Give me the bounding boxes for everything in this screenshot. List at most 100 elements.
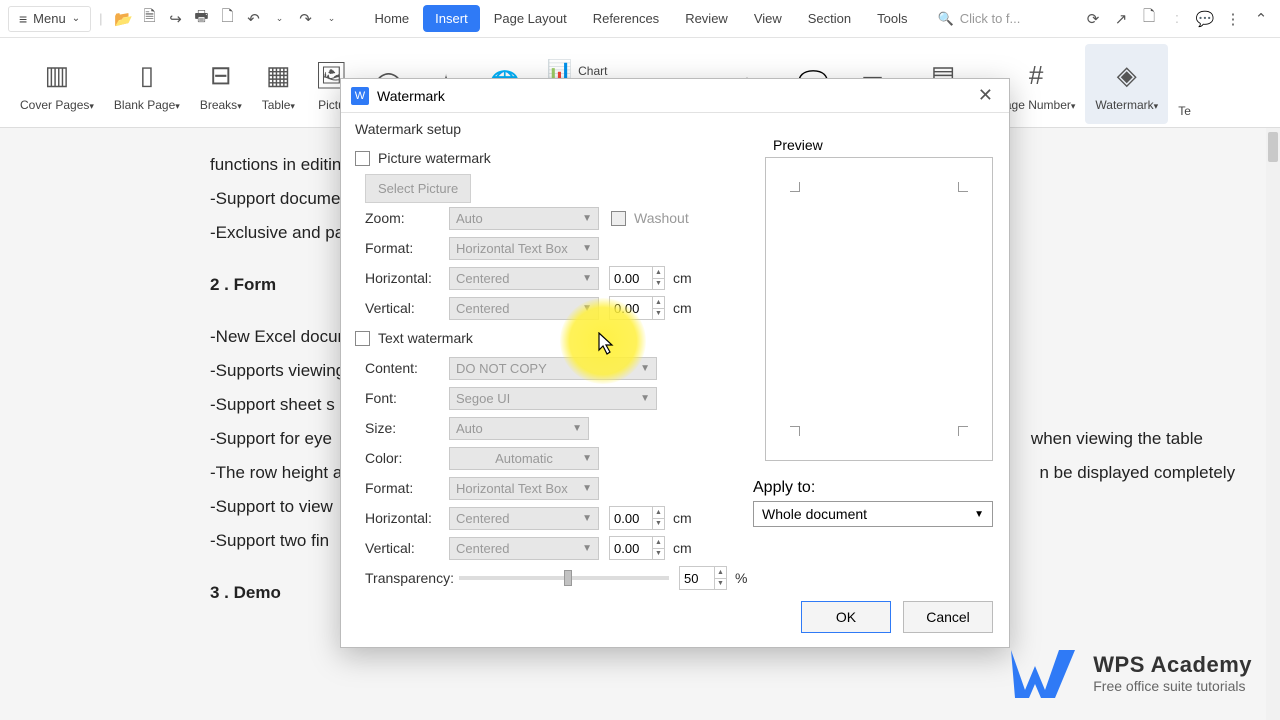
label: Blank Page xyxy=(114,98,175,112)
text-watermark-checkbox[interactable] xyxy=(355,331,370,346)
chevron-down-icon: ⌄ xyxy=(72,13,80,24)
quick-access-toolbar: 📂 🗎 ↪ 🖶 🗋 ↶ ⌄ ↷ ⌄ xyxy=(112,8,342,30)
slider-thumb[interactable] xyxy=(564,570,572,586)
chevron-down-icon[interactable]: ⌄ xyxy=(320,8,342,30)
format2-select[interactable]: Horizontal Text Box▼ xyxy=(449,477,599,500)
vertical-offset-input[interactable] xyxy=(609,296,653,320)
redo-icon[interactable]: ↷ xyxy=(294,8,316,30)
transparency-input[interactable] xyxy=(679,566,715,590)
vertical2-select[interactable]: Centered▼ xyxy=(449,537,599,560)
unit-label: cm xyxy=(673,540,692,556)
color-select[interactable]: Automatic▼ xyxy=(449,447,599,470)
app-icon: W xyxy=(351,87,369,105)
tab-page-layout[interactable]: Page Layout xyxy=(482,5,579,32)
font-select[interactable]: Segoe UI▼ xyxy=(449,387,657,410)
horizontal-label: Horizontal: xyxy=(355,270,449,286)
transparency-value[interactable]: ▲▼ xyxy=(679,566,727,590)
tab-insert[interactable]: Insert xyxy=(423,5,480,32)
transparency-slider[interactable] xyxy=(459,576,669,580)
scrollbar[interactable] xyxy=(1266,128,1280,720)
vertical-offset[interactable]: ▲▼ xyxy=(609,296,665,320)
transparency-label: Transparency: xyxy=(355,570,449,586)
unit-label: cm xyxy=(673,270,692,286)
washout-label: Washout xyxy=(634,210,689,226)
label: Te xyxy=(1178,104,1191,118)
share-icon[interactable]: ↗ xyxy=(1110,8,1132,30)
breaks-icon: ⊟ xyxy=(210,56,232,96)
font-label: Font: xyxy=(355,390,449,406)
horizontal-offset-input[interactable] xyxy=(609,266,653,290)
ok-button[interactable]: OK xyxy=(801,601,891,633)
divider: : xyxy=(1166,8,1188,30)
select-picture-button[interactable]: Select Picture xyxy=(365,174,471,203)
watermark-dialog: W Watermark ✕ Watermark setup Picture wa… xyxy=(340,78,1010,648)
academy-subtitle: Free office suite tutorials xyxy=(1093,678,1252,694)
breaks-button[interactable]: ⊟ Breaks▾ xyxy=(190,44,252,124)
search-box[interactable]: 🔍 Click to f... xyxy=(938,11,1048,27)
washout-checkbox[interactable] xyxy=(611,211,626,226)
comment-icon[interactable]: 💬 xyxy=(1194,8,1216,30)
vertical2-offset-input[interactable] xyxy=(609,536,653,560)
open-icon[interactable]: 📂 xyxy=(112,8,134,30)
cover-pages-button[interactable]: ▥ Cover Pages▾ xyxy=(10,44,104,124)
cover-pages-icon: ▥ xyxy=(45,56,70,96)
tab-tools[interactable]: Tools xyxy=(865,5,919,32)
horizontal2-select[interactable]: Centered▼ xyxy=(449,507,599,530)
dialog-titlebar: W Watermark ✕ xyxy=(341,79,1009,113)
horizontal2-offset[interactable]: ▲▼ xyxy=(609,506,665,530)
blank-page-button[interactable]: ▯ Blank Page▾ xyxy=(104,44,190,124)
horizontal-offset[interactable]: ▲▼ xyxy=(609,266,665,290)
logo-icon xyxy=(1009,646,1079,700)
color-label: Color: xyxy=(355,450,449,466)
horizontal2-offset-input[interactable] xyxy=(609,506,653,530)
section-title: Watermark setup xyxy=(355,121,995,137)
vertical2-offset[interactable]: ▲▼ xyxy=(609,536,665,560)
collapse-ribbon-icon[interactable]: ⌃ xyxy=(1250,8,1272,30)
hamburger-icon: ≡ xyxy=(19,11,27,27)
chevron-down-icon[interactable]: ⌄ xyxy=(268,8,290,30)
format-select[interactable]: Horizontal Text Box▼ xyxy=(449,237,599,260)
label: Cover Pages xyxy=(20,98,89,112)
cancel-button[interactable]: Cancel xyxy=(903,601,993,633)
textbox-button[interactable]: Te xyxy=(1168,44,1201,124)
table-button[interactable]: ▦ Table▾ xyxy=(252,44,305,124)
tab-home[interactable]: Home xyxy=(362,5,421,32)
ribbon-tabs: Home Insert Page Layout References Revie… xyxy=(362,5,919,32)
undo-icon[interactable]: ↶ xyxy=(242,8,264,30)
print-icon[interactable]: 🖶 xyxy=(190,8,212,30)
tab-section[interactable]: Section xyxy=(796,5,863,32)
tab-view[interactable]: View xyxy=(742,5,794,32)
save-icon[interactable]: 🗎 xyxy=(138,8,160,30)
watermark-icon: ◈ xyxy=(1117,56,1137,96)
watermark-button[interactable]: ◈ Watermark▾ xyxy=(1085,44,1168,124)
content-label: Content: xyxy=(355,360,449,376)
more-icon[interactable]: ⋮ xyxy=(1222,8,1244,30)
unit-label: % xyxy=(735,570,747,586)
picture-watermark-label: Picture watermark xyxy=(378,150,491,166)
horizontal-select[interactable]: Centered▼ xyxy=(449,267,599,290)
format-label: Format: xyxy=(355,240,449,256)
academy-title: WPS Academy xyxy=(1093,652,1252,678)
export-icon[interactable]: ↪ xyxy=(164,8,186,30)
doc-icon[interactable]: 🗋 xyxy=(1138,8,1160,30)
size-select[interactable]: Auto▼ xyxy=(449,417,589,440)
tab-review[interactable]: Review xyxy=(673,5,740,32)
vertical-select[interactable]: Centered▼ xyxy=(449,297,599,320)
vertical2-label: Vertical: xyxy=(355,540,449,556)
vertical-label: Vertical: xyxy=(355,300,449,316)
content-select[interactable]: DO NOT COPY▼ xyxy=(449,357,657,380)
tab-references[interactable]: References xyxy=(581,5,671,32)
preview-icon[interactable]: 🗋 xyxy=(216,8,238,30)
close-icon[interactable]: ✕ xyxy=(972,83,999,108)
scrollbar-thumb[interactable] xyxy=(1268,132,1278,162)
apply-to-label: Apply to: xyxy=(753,479,993,497)
preview-label: Preview xyxy=(765,137,993,153)
size-label: Size: xyxy=(355,420,449,436)
apply-to-select[interactable]: Whole document▼ xyxy=(753,501,993,527)
menu-button[interactable]: ≡ Menu ⌄ xyxy=(8,6,91,32)
picture-watermark-checkbox[interactable] xyxy=(355,151,370,166)
menu-label: Menu xyxy=(33,11,66,26)
sync-icon[interactable]: ⟳ xyxy=(1082,8,1104,30)
zoom-select[interactable]: Auto▼ xyxy=(449,207,599,230)
search-placeholder: Click to f... xyxy=(960,11,1021,26)
